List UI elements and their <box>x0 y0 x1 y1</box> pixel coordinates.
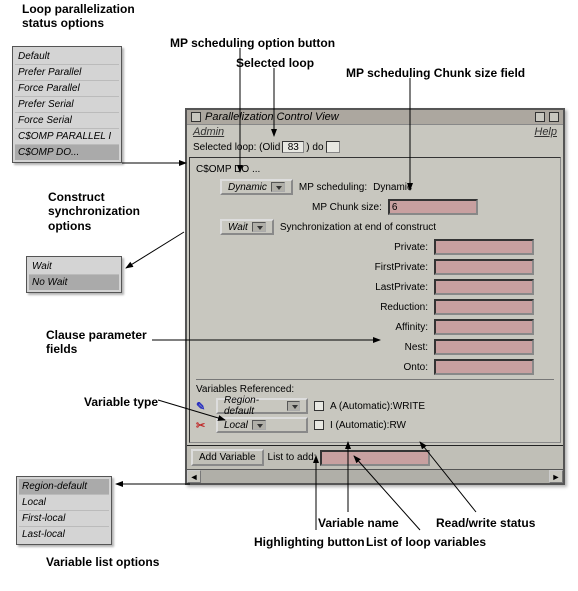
status-opt[interactable]: Force Parallel <box>15 81 119 97</box>
label-variable-type: Variable type <box>84 395 158 409</box>
titlebar: Parallelization Control View <box>187 110 563 125</box>
pencil-icon: ✎ <box>196 400 210 413</box>
window-title: Parallelization Control View <box>205 111 531 123</box>
sync-opt[interactable]: Wait <box>29 259 119 275</box>
clause-label-reduction: Reduction: <box>348 302 428 313</box>
clause-label-nest: Nest: <box>348 342 428 353</box>
label-mp-chunk: MP scheduling Chunk size field <box>346 66 525 80</box>
var-type-label: Local <box>224 420 248 431</box>
scroll-left-icon[interactable]: ◄ <box>187 470 201 483</box>
window-maximize-icon[interactable] <box>549 112 559 122</box>
clause-label-lastprivate: LastPrivate: <box>348 282 428 293</box>
sync-line-label: Synchronization at end of construct <box>280 222 436 233</box>
clause-field-private[interactable] <box>434 239 534 255</box>
chevron-down-icon <box>252 222 266 232</box>
clause-label-firstprivate: FirstPrivate: <box>348 262 428 273</box>
sync-button-label: Wait <box>228 222 248 233</box>
mp-scheduling-label: Dynamic <box>228 182 267 193</box>
window-minimize-icon[interactable] <box>535 112 545 122</box>
highlight-button[interactable] <box>314 401 324 411</box>
label-rw-status: Read/write status <box>436 516 535 530</box>
status-opt[interactable]: Default <box>15 49 119 65</box>
list-to-add-field[interactable] <box>320 450 430 466</box>
var-type-button[interactable]: Local <box>216 417 308 433</box>
selected-loop-prefix: Selected loop: (Olid <box>193 142 280 153</box>
var-type-button[interactable]: Region-default <box>216 398 308 414</box>
label-loop-status: Loop parallelization status options <box>22 2 162 31</box>
scrollbar[interactable]: ◄ ► <box>187 469 563 483</box>
label-var-name: Variable name <box>318 516 399 530</box>
chunk-size-field[interactable] <box>388 199 478 215</box>
chevron-down-icon <box>252 420 266 430</box>
scroll-right-icon[interactable]: ► <box>549 470 563 483</box>
scissors-icon: ✂ <box>196 419 210 432</box>
mp-scheduling-value: Dynamic <box>373 182 412 193</box>
chunk-size-label: MP Chunk size: <box>312 202 382 213</box>
variables-section: Variables Referenced: ✎ Region-default A… <box>196 379 554 433</box>
clause-label-private: Private: <box>348 242 428 253</box>
parallelization-window: Parallelization Control View Admin Help … <box>185 108 565 485</box>
highlight-button[interactable] <box>314 420 324 430</box>
label-highlight-btn: Highlighting button <box>254 535 365 549</box>
varlist-opt[interactable]: Last-local <box>19 527 109 542</box>
window-body: C$OMP DO ... Dynamic MP scheduling: Dyna… <box>189 157 561 443</box>
clause-field-firstprivate[interactable] <box>434 259 534 275</box>
label-mp-button: MP scheduling option button <box>170 36 335 50</box>
selected-loop-id: 83 <box>282 141 304 153</box>
clause-label-onto: Onto: <box>348 362 428 373</box>
varlist-options-list: Region-default Local First-local Last-lo… <box>16 476 112 545</box>
chevron-down-icon <box>287 401 300 411</box>
menu-help[interactable]: Help <box>534 126 557 138</box>
clause-field-nest[interactable] <box>434 339 534 355</box>
status-opt-selected[interactable]: C$OMP DO... <box>15 145 119 160</box>
clause-field-lastprivate[interactable] <box>434 279 534 295</box>
clause-field-affinity[interactable] <box>434 319 534 335</box>
clause-label-affinity: Affinity: <box>348 322 428 333</box>
sync-button[interactable]: Wait <box>220 219 274 235</box>
variables-header: Variables Referenced: <box>196 384 554 395</box>
body-header: C$OMP DO ... <box>196 164 554 175</box>
clause-field-onto[interactable] <box>434 359 534 375</box>
mp-scheduling-line-label: MP scheduling: <box>299 182 367 193</box>
label-varlist-options: Variable list options <box>46 555 159 569</box>
status-opt[interactable]: Prefer Parallel <box>15 65 119 81</box>
status-opt[interactable]: Prefer Serial <box>15 97 119 113</box>
menu-admin[interactable]: Admin <box>193 126 224 138</box>
status-options-list: Default Prefer Parallel Force Parallel P… <box>12 46 122 163</box>
label-selected-loop: Selected loop <box>236 56 314 70</box>
sync-options-list: Wait No Wait <box>26 256 122 293</box>
variable-i: I (Automatic):RW <box>330 420 406 431</box>
bottom-bar: Add Variable List to add: <box>187 445 563 469</box>
chevron-down-icon <box>271 182 285 192</box>
varlist-opt-selected[interactable]: Region-default <box>19 479 109 495</box>
varlist-opt[interactable]: Local <box>19 495 109 511</box>
label-loop-vars: List of loop variables <box>366 535 486 549</box>
list-to-add-label: List to add: <box>268 452 317 463</box>
clause-grid: Private: FirstPrivate: LastPrivate: Redu… <box>196 239 554 375</box>
add-variable-button[interactable]: Add Variable <box>191 449 264 466</box>
varlist-opt[interactable]: First-local <box>19 511 109 527</box>
status-opt[interactable]: Force Serial <box>15 113 119 129</box>
selected-loop-row: Selected loop: (Olid 83 ) do <box>187 139 563 155</box>
mp-scheduling-button[interactable]: Dynamic <box>220 179 293 195</box>
menubar: Admin Help <box>187 125 563 139</box>
sync-opt-selected[interactable]: No Wait <box>29 275 119 290</box>
clause-field-reduction[interactable] <box>434 299 534 315</box>
variable-a: A (Automatic):WRITE <box>330 401 425 412</box>
variable-row: ✂ Local I (Automatic):RW <box>196 417 554 433</box>
var-type-label: Region-default <box>224 395 283 417</box>
label-construct-sync: Construct synchronization options <box>48 190 158 233</box>
variable-row: ✎ Region-default A (Automatic):WRITE <box>196 398 554 414</box>
selected-loop-extra <box>326 141 340 153</box>
selected-loop-suffix: ) do <box>306 142 323 153</box>
status-opt[interactable]: C$OMP PARALLEL I <box>15 129 119 145</box>
label-clause-fields: Clause parameter fields <box>46 328 156 357</box>
window-menu-icon[interactable] <box>191 112 201 122</box>
